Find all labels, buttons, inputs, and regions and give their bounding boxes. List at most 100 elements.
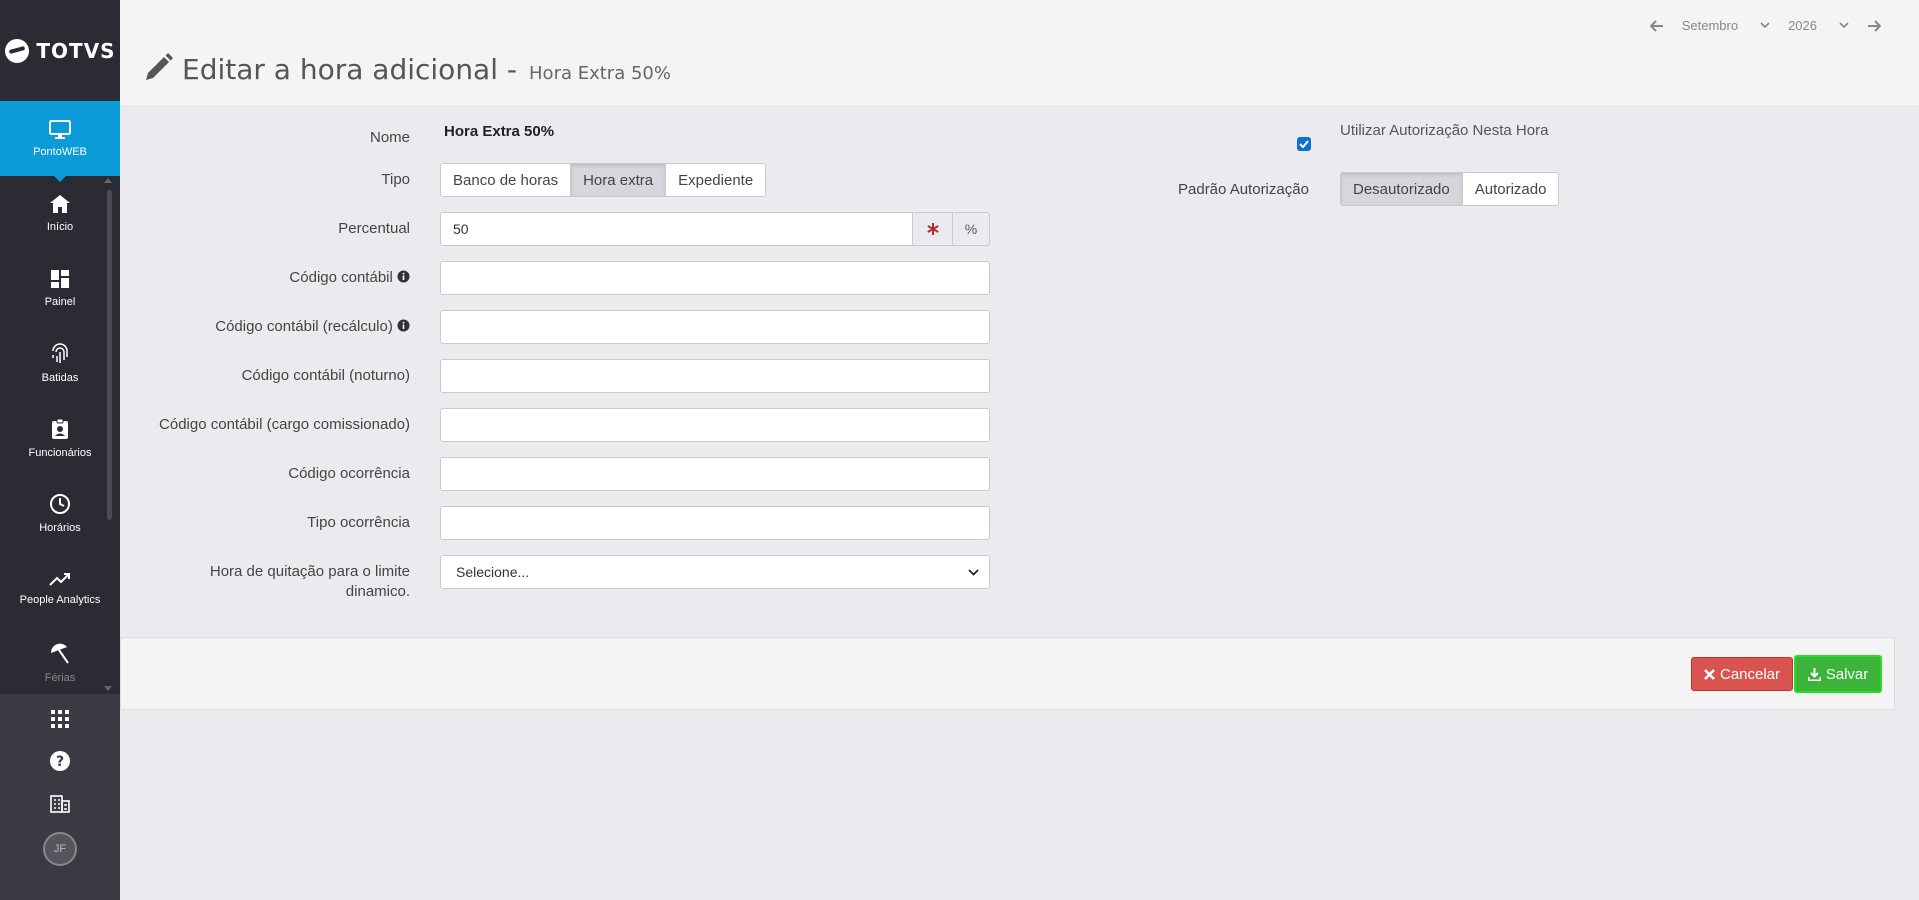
sidebar-item-label: Batidas bbox=[41, 372, 79, 384]
nome-value: Hora Extra 50% bbox=[444, 123, 555, 140]
previous-arrow-icon[interactable] bbox=[1649, 19, 1664, 32]
sidebar-item-inicio[interactable]: Início bbox=[0, 176, 120, 251]
sidebar-item-label: Painel bbox=[44, 296, 76, 308]
percent-addon: % bbox=[953, 212, 990, 246]
sidebar: TOTVS PontoWEB Início Painel Batidas Fun… bbox=[0, 0, 120, 900]
hora-quitacao-selected: Selecione... bbox=[456, 564, 530, 580]
svg-text:?: ? bbox=[56, 754, 64, 770]
tipo-ocorrencia-label: Tipo ocorrência bbox=[307, 514, 410, 531]
nome-label: Nome bbox=[369, 129, 410, 146]
sidebar-bottom: ? JF bbox=[0, 694, 120, 900]
padrao-autorizacao-label: Padrão Autorização bbox=[1178, 181, 1309, 198]
building-icon[interactable] bbox=[49, 792, 71, 814]
tipo-banco-de-horas-button[interactable]: Banco de horas bbox=[440, 163, 572, 197]
sidebar-item-label: Horários bbox=[39, 522, 81, 534]
year-value: 2026 bbox=[1788, 18, 1817, 33]
cancel-label: Cancelar bbox=[1719, 665, 1781, 683]
sidebar-item-painel[interactable]: Painel bbox=[0, 251, 120, 326]
pencil-icon bbox=[146, 53, 173, 80]
codigo-contabil-noturno-label: Código contábil (noturno) bbox=[241, 367, 410, 384]
chevron-down-icon bbox=[1760, 22, 1770, 29]
tipo-ocorrencia-input[interactable] bbox=[440, 506, 990, 540]
sidebar-nav: Início Painel Batidas Funcionários Horár… bbox=[0, 176, 120, 694]
info-icon[interactable] bbox=[397, 319, 410, 332]
utilizar-autorizacao-label: Utilizar Autorização Nesta Hora bbox=[1340, 122, 1549, 139]
asterisk-icon bbox=[926, 223, 939, 235]
codigo-contabil-recalculo-input[interactable] bbox=[440, 310, 990, 344]
hora-quitacao-label: Hora de quitação para o limite dinamico. bbox=[210, 562, 410, 602]
nav-scrollbar[interactable] bbox=[107, 190, 112, 520]
codigo-contabil-label: Código contábil bbox=[289, 269, 393, 286]
required-addon bbox=[913, 212, 953, 246]
download-icon bbox=[1807, 667, 1821, 681]
badge-icon bbox=[52, 418, 68, 439]
percentual-input[interactable]: 50 bbox=[440, 212, 913, 246]
month-value: Setembro bbox=[1681, 18, 1739, 33]
sidebar-item-horarios[interactable]: Horários bbox=[0, 476, 120, 551]
page-subtitle: Hora Extra 50% bbox=[529, 63, 671, 84]
page-title-wrap: Editar a hora adicional - Hora Extra 50% bbox=[142, 52, 671, 86]
percentual-label: Percentual bbox=[338, 220, 410, 237]
month-select[interactable]: Setembro bbox=[1682, 18, 1770, 33]
form-actions-bar: Cancelar Salvar bbox=[120, 637, 1895, 710]
page-header: Setembro 2026 Editar a hora adicional - … bbox=[120, 0, 1919, 105]
padrao-autorizacao-group: Desautorizado Autorizado bbox=[1340, 172, 1560, 206]
sidebar-item-people-analytics[interactable]: People Analytics bbox=[0, 551, 120, 626]
hora-quitacao-label-line-2: dinamico. bbox=[345, 583, 410, 600]
codigo-contabil-label-wrap: Código contábil bbox=[289, 269, 410, 286]
sidebar-item-batidas[interactable]: Batidas bbox=[0, 326, 120, 401]
apps-grid-icon[interactable] bbox=[49, 708, 71, 730]
info-icon[interactable] bbox=[397, 270, 410, 283]
sidebar-item-label: Férias bbox=[44, 672, 76, 684]
codigo-ocorrencia-input[interactable] bbox=[440, 457, 990, 491]
nav-scroll-down-arrow[interactable] bbox=[104, 686, 112, 691]
module-label: PontoWEB bbox=[33, 145, 87, 158]
totvs-logo[interactable]: TOTVS bbox=[0, 0, 120, 101]
codigo-contabil-recalculo-label: Código contábil (recálculo) bbox=[215, 318, 393, 335]
clock-icon bbox=[50, 494, 70, 514]
codigo-ocorrencia-label: Código ocorrência bbox=[288, 465, 410, 482]
logo-text: TOTVS bbox=[36, 38, 116, 63]
monitor-icon bbox=[49, 119, 71, 139]
chevron-down-icon bbox=[968, 568, 979, 576]
home-icon bbox=[50, 195, 70, 213]
help-icon[interactable]: ? bbox=[49, 750, 71, 772]
tipo-label: Tipo bbox=[381, 171, 410, 188]
desautorizado-button[interactable]: Desautorizado bbox=[1340, 172, 1463, 206]
close-icon bbox=[1704, 668, 1715, 680]
next-arrow-icon[interactable] bbox=[1867, 19, 1881, 32]
beach-umbrella-icon bbox=[50, 643, 69, 664]
save-label: Salvar bbox=[1825, 665, 1869, 683]
codigo-contabil-noturno-input[interactable] bbox=[440, 359, 990, 393]
sidebar-item-ferias[interactable]: Férias bbox=[0, 626, 120, 694]
tipo-hora-extra-button[interactable]: Hora extra bbox=[570, 163, 667, 197]
fingerprint-icon bbox=[52, 343, 68, 363]
save-button[interactable]: Salvar bbox=[1794, 655, 1882, 693]
cancel-button[interactable]: Cancelar bbox=[1691, 657, 1793, 691]
codigo-contabil-cargo-input[interactable] bbox=[440, 408, 990, 442]
utilizar-autorizacao-checkbox[interactable] bbox=[1297, 137, 1311, 151]
sidebar-item-label: People Analytics bbox=[19, 594, 101, 606]
sidebar-item-label: Funcionários bbox=[28, 447, 92, 459]
avatar[interactable]: JF bbox=[43, 832, 77, 866]
year-select[interactable]: 2026 bbox=[1788, 18, 1849, 33]
percentual-input-group: 50 % bbox=[440, 212, 990, 246]
trend-icon bbox=[49, 573, 70, 586]
autorizado-button[interactable]: Autorizado bbox=[1461, 172, 1560, 206]
module-pontoweb[interactable]: PontoWEB bbox=[0, 101, 120, 182]
hora-quitacao-select[interactable]: Selecione... bbox=[440, 555, 990, 589]
dashboard-icon bbox=[51, 270, 69, 288]
sidebar-item-label: Início bbox=[46, 221, 74, 233]
tipo-button-group: Banco de horas Hora extra Expediente bbox=[440, 163, 767, 197]
hora-quitacao-label-line-1: Hora de quitação para o limite bbox=[209, 563, 410, 580]
codigo-contabil-input[interactable] bbox=[440, 261, 990, 295]
totvs-logo-icon bbox=[5, 38, 30, 63]
sidebar-item-funcionarios[interactable]: Funcionários bbox=[0, 401, 120, 476]
codigo-contabil-recalculo-label-wrap: Código contábil (recálculo) bbox=[215, 318, 410, 335]
tipo-expediente-button[interactable]: Expediente bbox=[665, 163, 767, 197]
chevron-down-icon bbox=[1839, 22, 1849, 29]
page-title: Editar a hora adicional - bbox=[182, 53, 518, 86]
period-selector: Setembro 2026 bbox=[1649, 18, 1881, 33]
nav-scroll-up-arrow[interactable] bbox=[104, 178, 112, 183]
codigo-contabil-cargo-label: Código contábil (cargo comissionado) bbox=[159, 416, 410, 433]
